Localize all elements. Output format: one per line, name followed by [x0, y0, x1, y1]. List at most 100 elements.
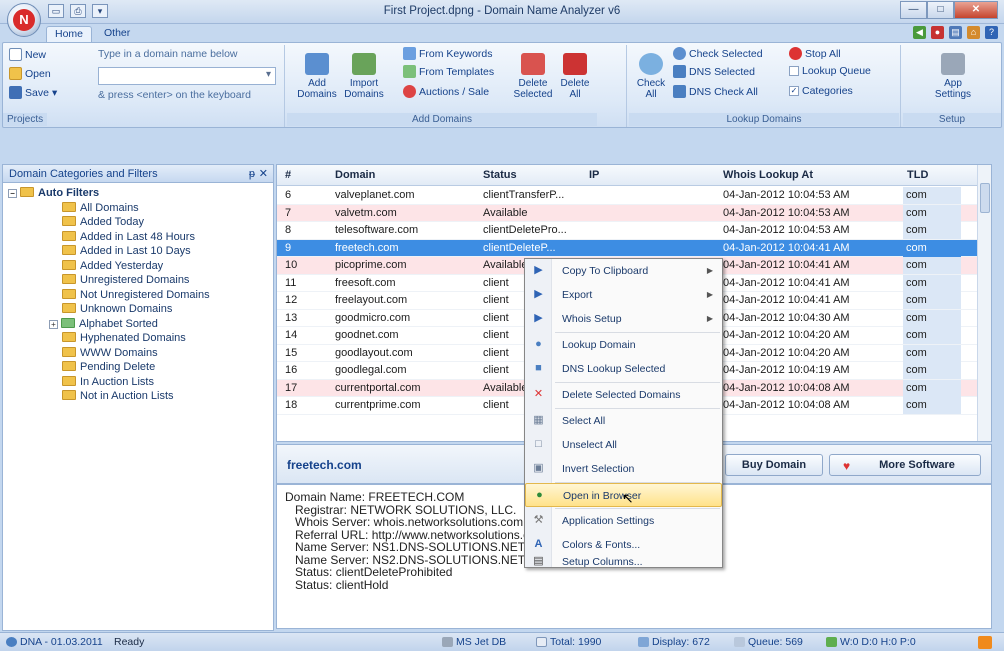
menu-item-dns-lookup-selected[interactable]: ■ DNS Lookup Selected: [525, 357, 722, 381]
magnifier-icon: [639, 53, 663, 75]
col-num[interactable]: #: [285, 169, 291, 181]
globe-icon: ●: [536, 489, 543, 501]
new-button[interactable]: New: [9, 48, 46, 61]
tree-item[interactable]: Hyphenated Domains: [2, 331, 274, 346]
check-selected-button[interactable]: Check Selected: [673, 47, 763, 60]
qat-dropdown-icon[interactable]: ▾: [92, 4, 108, 18]
book-icon[interactable]: ▤: [949, 26, 962, 39]
lookup-queue-checkbox[interactable]: [789, 66, 799, 76]
tree-item[interactable]: Pending Delete: [2, 360, 274, 375]
table-row[interactable]: 7 valvetm.com Available 04-Jan-2012 10:04:5…: [277, 204, 991, 222]
home-icon[interactable]: ⌂: [967, 26, 980, 39]
auctions-button[interactable]: Auctions / Sale: [403, 85, 489, 98]
tab-home[interactable]: Home: [46, 26, 93, 42]
add-domains-button[interactable]: Add Domains: [295, 53, 339, 100]
col-whois[interactable]: Whois Lookup At: [723, 169, 813, 181]
menu-item-copy-to-clipboard[interactable]: ▶ Copy To Clipboard ▶: [525, 259, 722, 283]
help-icon[interactable]: ?: [985, 26, 998, 39]
table-row[interactable]: 8 telesoftware.com clientDeletePro... 04-Ja…: [277, 222, 991, 240]
close-button[interactable]: ✕: [954, 1, 998, 19]
submenu-arrow-icon: ▶: [706, 314, 713, 323]
tree-item[interactable]: All Domains: [2, 201, 274, 216]
cell-num: 13: [285, 311, 298, 324]
delete-selected-button[interactable]: Delete Selected: [511, 53, 555, 100]
ribbon-tabs: Home Other ◀ ● ▤ ⌂ ?: [0, 24, 1004, 42]
folder-icon: [62, 230, 76, 241]
tree-item[interactable]: Not in Auction Lists: [2, 389, 274, 404]
from-templates-button[interactable]: From Templates: [403, 65, 494, 78]
lookup-queue-toggle[interactable]: Lookup Queue: [789, 65, 871, 77]
magnifier-icon: ●: [535, 338, 542, 350]
tree-root[interactable]: − Auto Filters: [2, 186, 274, 201]
import-domains-button[interactable]: Import Domains: [341, 53, 387, 100]
pin-icon[interactable]: ᵽ: [249, 168, 255, 180]
tree-item[interactable]: Unregistered Domains: [2, 273, 274, 288]
menu-item-export[interactable]: ▶ Export ▶: [525, 283, 722, 307]
display-icon: [638, 637, 649, 647]
col-domain[interactable]: Domain: [335, 169, 375, 181]
mouse-cursor-icon: ↖: [622, 490, 634, 506]
buy-domain-button[interactable]: Buy Domain: [725, 454, 823, 476]
more-software-button[interactable]: More Software: [829, 454, 981, 476]
table-row[interactable]: 9 freetech.com clientDeleteP... 04-Jan-2012…: [277, 239, 991, 257]
app-menu-button[interactable]: N: [7, 3, 41, 37]
categories-toggle[interactable]: ✓ Categories: [789, 85, 853, 97]
menu-item-select-all[interactable]: ▦ Select All: [525, 409, 722, 433]
back-arrow-icon[interactable]: ◀: [913, 26, 926, 39]
collapse-icon[interactable]: −: [8, 189, 17, 198]
tree-item[interactable]: Not Unregistered Domains: [2, 288, 274, 303]
col-tld[interactable]: TLD: [907, 169, 928, 181]
expand-icon[interactable]: +: [49, 319, 58, 329]
menu-item-colors-fonts[interactable]: A Colors & Fonts...: [525, 533, 722, 557]
tree-item[interactable]: Added Yesterday: [2, 259, 274, 274]
cell-status: client: [483, 399, 509, 411]
menu-item-invert-selection[interactable]: ▣ Invert Selection: [525, 457, 722, 481]
dns-check-all-icon: [673, 85, 686, 98]
dns-check-all-button[interactable]: DNS Check All: [673, 85, 758, 98]
delete-all-button[interactable]: Delete All: [555, 53, 595, 100]
maximize-button[interactable]: □: [927, 1, 954, 19]
folder-icon: [62, 216, 76, 226]
scroll-thumb[interactable]: [980, 183, 990, 213]
cell-status: Available: [483, 381, 528, 394]
folder-icon: [62, 332, 76, 342]
tree-item[interactable]: + Alphabet Sorted: [2, 317, 274, 332]
menu-item-setup-columns[interactable]: ▤ Setup Columns...: [525, 555, 722, 569]
save-button[interactable]: Save ▾: [9, 86, 57, 99]
domain-name-input[interactable]: [98, 67, 276, 85]
new-file-icon: [9, 48, 22, 61]
status-bar: DNA - 01.03.2011 Ready MS Jet DB Total: …: [0, 632, 1004, 651]
print-quick-icon[interactable]: ⎙: [70, 4, 86, 18]
from-keywords-button[interactable]: From Keywords: [403, 47, 493, 60]
menu-item-unselect-all[interactable]: □ Unselect All: [525, 433, 722, 457]
menu-item-whois-setup[interactable]: ▶ Whois Setup ▶: [525, 307, 722, 331]
categories-checkbox[interactable]: ✓: [789, 86, 799, 96]
tree-item[interactable]: Added Today: [2, 215, 274, 230]
bug-icon[interactable]: ●: [931, 26, 944, 39]
table-row[interactable]: 6 valveplanet.com clientTransferP... 04-Jan…: [277, 187, 991, 205]
menu-item-lookup-domain[interactable]: ● Lookup Domain: [525, 333, 722, 357]
tree-item[interactable]: Added in Last 10 Days: [2, 244, 274, 259]
minimize-button[interactable]: —: [900, 1, 927, 19]
ribbon: New Open Save ▾ Type in a domain name bel…: [2, 42, 1002, 128]
menu-item-delete-selected[interactable]: ✕ Delete Selected Domains: [525, 383, 722, 407]
grid-scrollbar[interactable]: [977, 165, 991, 441]
app-settings-button[interactable]: App Settings: [931, 53, 975, 100]
cell-whois: 04-Jan-2012 10:04:20 AM: [723, 346, 850, 359]
tree-item[interactable]: In Auction Lists: [2, 375, 274, 390]
close-pane-icon[interactable]: ✕: [259, 167, 268, 180]
tab-other[interactable]: Other: [96, 26, 138, 42]
check-all-button[interactable]: Check All: [633, 53, 669, 100]
stop-all-button[interactable]: Stop All: [789, 47, 841, 60]
menu-item-application-settings[interactable]: ⚒ Application Settings: [525, 509, 722, 533]
save-quick-icon[interactable]: ▭: [48, 4, 64, 18]
tree-item[interactable]: Added in Last 48 Hours: [2, 230, 274, 245]
col-status[interactable]: Status: [483, 169, 517, 181]
dns-selected-button[interactable]: DNS Selected: [673, 65, 755, 78]
tree-item[interactable]: WWW Domains: [2, 346, 274, 361]
left-pane-header: Domain Categories and Filters ᵽ ✕: [2, 164, 274, 183]
open-button[interactable]: Open: [9, 67, 51, 80]
keywords-icon: [403, 47, 416, 60]
col-ip[interactable]: IP: [589, 169, 599, 181]
tree-item[interactable]: Unknown Domains: [2, 302, 274, 317]
